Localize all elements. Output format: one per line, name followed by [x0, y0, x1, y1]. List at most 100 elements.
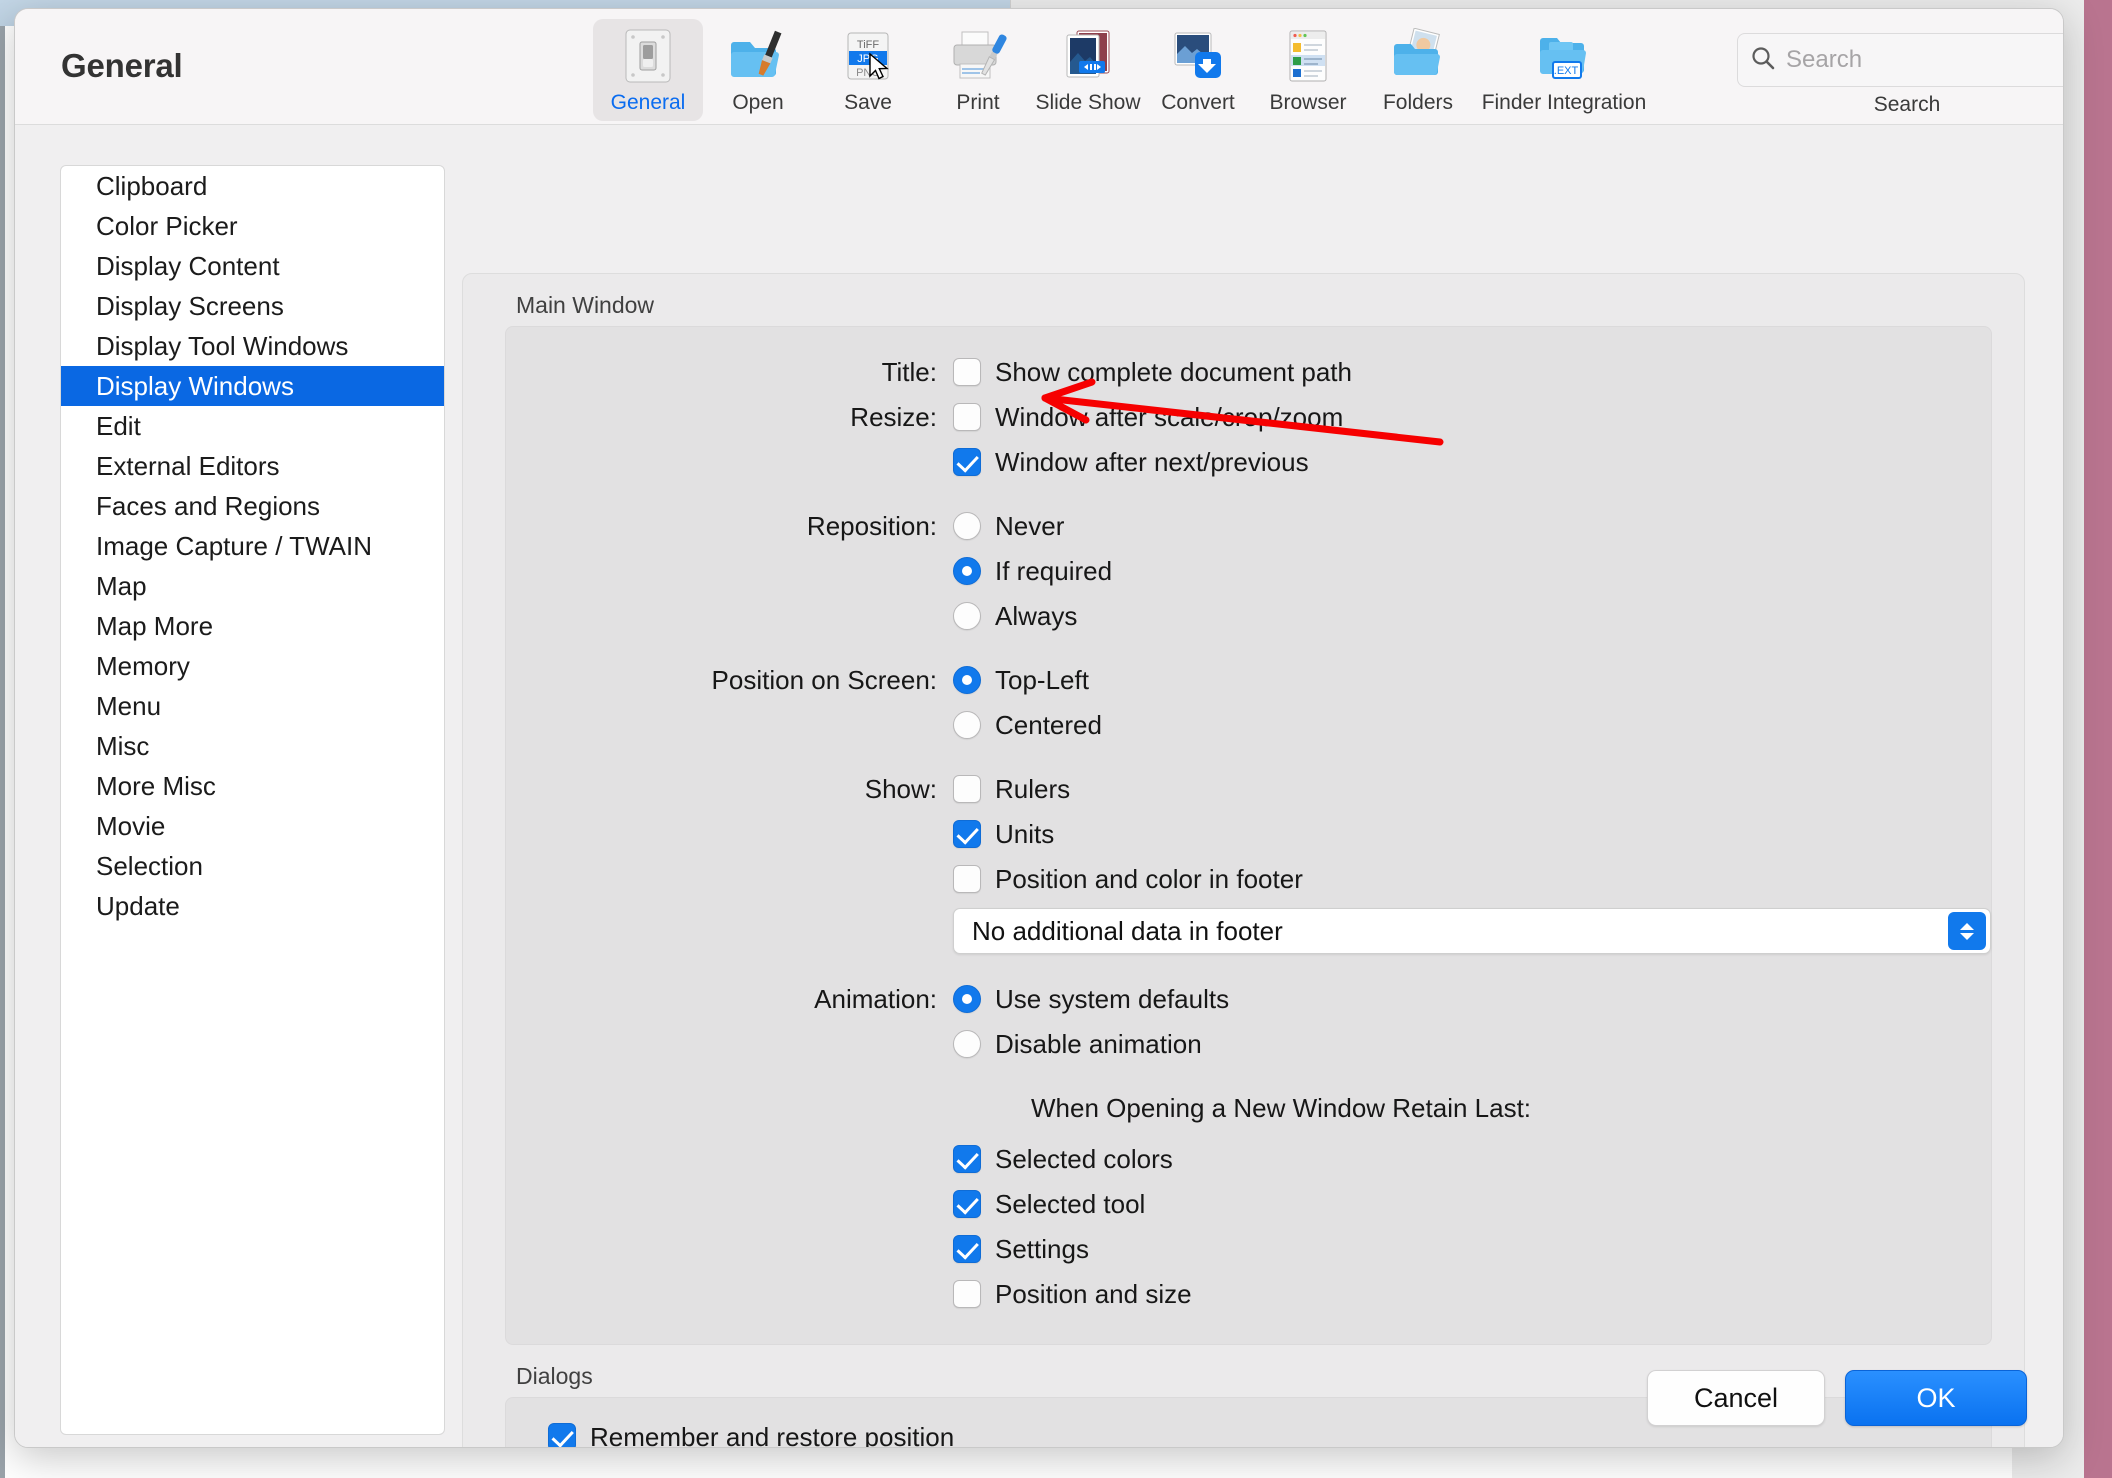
ok-button[interactable]: OK	[1845, 1370, 2027, 1426]
content-area: Clipboard Color Picker Display Content D…	[15, 125, 2063, 1448]
sidebar-item-label: External Editors	[96, 450, 280, 481]
sidebar-item-label: Display Screens	[96, 290, 284, 321]
checkbox-show-position-and-color-in-footer[interactable]	[953, 865, 981, 893]
row-reposition-2: If required	[506, 550, 1991, 592]
sidebar-item-display-tool-windows[interactable]: Display Tool Windows	[61, 326, 444, 366]
sidebar-item-edit[interactable]: Edit	[61, 406, 444, 446]
row-animation: Animation: Use system defaults	[506, 978, 1991, 1020]
sidebar-item-update[interactable]: Update	[61, 886, 444, 926]
radio-reposition-always[interactable]	[953, 602, 981, 630]
label-reposition: Reposition:	[806, 510, 937, 541]
toolbar-item-slide-show[interactable]: Slide Show	[1033, 19, 1143, 121]
search-field[interactable]	[1737, 33, 2063, 87]
file-formats-icon: TiFF JPG PNG	[836, 25, 900, 87]
checkbox-show-units[interactable]	[953, 820, 981, 848]
label-retain-selected-colors: Selected colors	[995, 1143, 1173, 1174]
sidebar-item-label: Color Picker	[96, 210, 238, 241]
radio-reposition-never[interactable]	[953, 512, 981, 540]
checkbox-retain-selected-colors[interactable]	[953, 1145, 981, 1173]
cancel-button[interactable]: Cancel	[1647, 1370, 1825, 1426]
sidebar-item-image-capture-twain[interactable]: Image Capture / TWAIN	[61, 526, 444, 566]
label-position-centered: Centered	[995, 709, 1102, 740]
sidebar-item-label: Edit	[96, 410, 141, 441]
sidebar-item-movie[interactable]: Movie	[61, 806, 444, 846]
label-animation-disable: Disable animation	[995, 1028, 1202, 1059]
checkbox-remember-and-restore-position[interactable]	[548, 1423, 576, 1447]
radio-animation-disable[interactable]	[953, 1030, 981, 1058]
folder-ext-icon: .EXT	[1532, 25, 1596, 87]
toolbar-item-convert[interactable]: Convert	[1143, 19, 1253, 121]
sidebar-item-menu[interactable]: Menu	[61, 686, 444, 726]
row-show: Show: Rulers	[506, 768, 1991, 810]
label-position-on-screen: Position on Screen:	[711, 664, 937, 695]
label-reposition-never: Never	[995, 510, 1065, 541]
heading-retain-last: When Opening a New Window Retain Last:	[1031, 1093, 1532, 1123]
toolbar-item-label: General	[610, 91, 686, 114]
label-show: Show:	[864, 773, 937, 804]
sidebar-item-selection[interactable]: Selection	[61, 846, 444, 886]
sidebar-item-memory[interactable]: Memory	[61, 646, 444, 686]
checkbox-retain-settings[interactable]	[953, 1235, 981, 1263]
chevron-updown-icon[interactable]	[1948, 912, 1986, 950]
browser-window-icon	[1276, 25, 1340, 87]
row-animation-2: Disable animation	[506, 1023, 1991, 1065]
sidebar-item-label: Menu	[96, 690, 162, 721]
checkbox-retain-selected-tool[interactable]	[953, 1190, 981, 1218]
sidebar-item-label: Display Content	[96, 250, 280, 281]
footer-data-popup-button[interactable]: No additional data in footer	[953, 908, 1991, 954]
sidebar-item-clipboard[interactable]: Clipboard	[61, 166, 444, 206]
checkbox-show-complete-document-path[interactable]	[953, 358, 981, 386]
search-input[interactable]	[1786, 46, 2063, 74]
sidebar-item-map-more[interactable]: Map More	[61, 606, 444, 646]
toolbar-item-browser[interactable]: Browser	[1253, 19, 1363, 121]
sidebar-item-faces-and-regions[interactable]: Faces and Regions	[61, 486, 444, 526]
toolbar-item-finder-integration[interactable]: .EXT Finder Integration	[1473, 19, 1655, 121]
row-retain-selected-tool: Selected tool	[506, 1183, 1991, 1225]
label-resize: Resize:	[850, 401, 937, 432]
toolbar-items: General Open TiFF JPG PNG Save Print Sli…	[593, 19, 1655, 121]
sidebar-item-display-content[interactable]: Display Content	[61, 246, 444, 286]
sidebar-item-label: Memory	[96, 650, 190, 681]
checkbox-window-after-scale-crop-zoom[interactable]	[953, 403, 981, 431]
radio-position-top-left[interactable]	[953, 666, 981, 694]
radio-reposition-if-required[interactable]	[953, 557, 981, 585]
sidebar-item-external-editors[interactable]: External Editors	[61, 446, 444, 486]
sidebar-list[interactable]: Clipboard Color Picker Display Content D…	[60, 165, 445, 1435]
row-show-3: Position and color in footer	[506, 858, 1991, 900]
label-retain-settings: Settings	[995, 1233, 1089, 1264]
row-position-on-screen-2: Centered	[506, 704, 1991, 746]
sidebar-item-label: Faces and Regions	[96, 490, 321, 521]
sidebar-item-map[interactable]: Map	[61, 566, 444, 606]
sidebar-item-label: Selection	[96, 850, 203, 881]
sidebar-item-more-misc[interactable]: More Misc	[61, 766, 444, 806]
label-retain-position-and-size: Position and size	[995, 1278, 1192, 1309]
sidebar-item-color-picker[interactable]: Color Picker	[61, 206, 444, 246]
row-position-on-screen: Position on Screen: Top-Left	[506, 659, 1991, 701]
toolbar-item-label: Convert	[1161, 91, 1235, 114]
toolbar-item-folders[interactable]: Folders	[1363, 19, 1473, 121]
radio-position-centered[interactable]	[953, 711, 981, 739]
label-remember-and-restore-position: Remember and restore position	[590, 1421, 955, 1448]
toolbar-item-save[interactable]: TiFF JPG PNG Save	[813, 19, 923, 121]
toolbar-item-general[interactable]: General	[593, 19, 703, 121]
switch-plate-icon	[616, 25, 680, 87]
checkbox-window-after-next-previous[interactable]	[953, 448, 981, 476]
toolbar-item-label: Save	[844, 91, 892, 114]
settings-pane: Main Window Title: Show complete documen…	[462, 273, 2025, 1448]
sidebar-item-display-windows[interactable]: Display Windows	[61, 366, 444, 406]
sidebar-item-display-screens[interactable]: Display Screens	[61, 286, 444, 326]
row-show-2: Units	[506, 813, 1991, 855]
label-show-complete-document-path: Show complete document path	[995, 356, 1352, 387]
printer-icon	[946, 25, 1010, 87]
sidebar-item-label: More Misc	[96, 770, 216, 801]
label-retain-selected-tool: Selected tool	[995, 1188, 1146, 1219]
checkbox-show-rulers[interactable]	[953, 775, 981, 803]
sidebar-item-label: Map More	[96, 610, 214, 641]
radio-animation-use-system-defaults[interactable]	[953, 985, 981, 1013]
checkbox-retain-position-and-size[interactable]	[953, 1280, 981, 1308]
sidebar-item-misc[interactable]: Misc	[61, 726, 444, 766]
toolbar-item-print[interactable]: Print	[923, 19, 1033, 121]
row-title: Title: Show complete document path	[506, 351, 1991, 393]
toolbar-item-open[interactable]: Open	[703, 19, 813, 121]
toolbar-item-label: Folders	[1382, 91, 1454, 114]
